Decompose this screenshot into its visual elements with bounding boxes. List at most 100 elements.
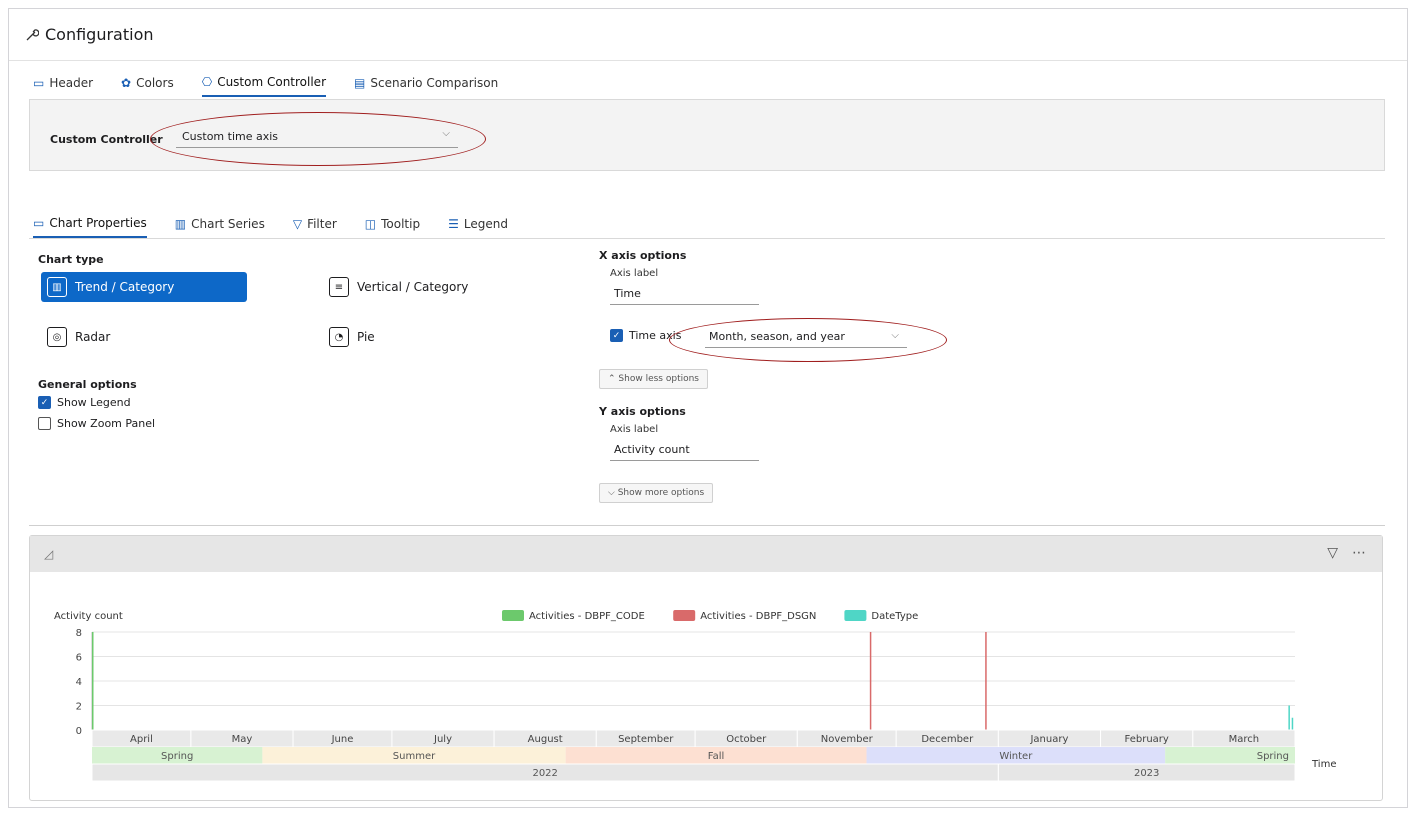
- chart-legend: Activities - DBPF_CODE Activities - DBPF_…: [502, 610, 918, 622]
- year-label: 2022: [532, 768, 557, 779]
- time-axis-select[interactable]: Month, season, and year ⌵: [705, 328, 907, 348]
- legend-swatch: [844, 610, 867, 621]
- chart-type-vertical-category[interactable]: ≡ Vertical / Category: [323, 272, 474, 302]
- pie-icon: ◔: [329, 327, 349, 347]
- tab-scenario-comparison[interactable]: ▤ Scenario Comparison: [354, 75, 498, 97]
- vertical-chart-icon: ≡: [329, 277, 349, 297]
- chart-type-label: Chart type: [38, 253, 104, 266]
- month-label: December: [921, 734, 974, 745]
- tab-custom-controller[interactable]: ⎔ Custom Controller: [201, 75, 327, 97]
- filter-icon: ▽: [292, 217, 303, 231]
- y-tick-label: 4: [76, 677, 82, 688]
- filter-icon[interactable]: ▽: [1327, 545, 1338, 561]
- tab-header[interactable]: ▭ Header: [33, 75, 93, 97]
- time-axis-checkbox[interactable]: ✓ Time axis: [610, 329, 681, 342]
- checkbox-label: Show Legend: [57, 396, 131, 409]
- show-zoom-checkbox[interactable]: Show Zoom Panel: [38, 417, 155, 430]
- tab-legend[interactable]: ☰ Legend: [448, 216, 508, 238]
- legend-label: Activities - DBPF_CODE: [529, 611, 645, 622]
- chevron-down-icon: ⌵: [608, 488, 615, 498]
- month-label: October: [726, 734, 767, 745]
- tooltip-icon: ◫: [364, 217, 377, 231]
- season-label: Spring: [161, 751, 193, 762]
- x-axis-options-label: X axis options: [599, 249, 687, 262]
- tab-filter[interactable]: ▽ Filter: [293, 216, 337, 238]
- y-axis-label-input[interactable]: Activity count: [610, 441, 759, 461]
- checkbox-empty-icon: [38, 417, 51, 430]
- y-axis-title: Activity count: [54, 611, 123, 622]
- series-bar: [869, 632, 872, 730]
- y-tick-label: 8: [76, 628, 82, 639]
- series-bar: [985, 632, 987, 730]
- tab-chart-properties[interactable]: ▭ Chart Properties: [33, 216, 147, 238]
- show-legend-checkbox[interactable]: ✓ Show Legend: [38, 396, 131, 409]
- tab-label: Header: [49, 76, 94, 90]
- chart-type-radar[interactable]: ◎ Radar: [41, 322, 116, 352]
- compare-icon: ▤: [354, 76, 366, 90]
- option-label: Radar: [75, 330, 111, 344]
- tab-chart-series[interactable]: ▥ Chart Series: [175, 216, 265, 238]
- window-icon: ▭: [33, 76, 45, 90]
- y-tick-label: 0: [76, 726, 82, 737]
- y-tick-label: 6: [76, 653, 82, 664]
- tab-label: Chart Properties: [49, 216, 147, 230]
- select-value: Month, season, and year: [709, 330, 845, 343]
- chevron-up-icon: ⌃: [608, 374, 616, 384]
- tab-label: Colors: [136, 76, 174, 90]
- legend-icon: ☰: [448, 217, 459, 231]
- tab-label: Tooltip: [381, 217, 421, 231]
- option-label: Vertical / Category: [357, 280, 469, 294]
- chart-type-trend-category[interactable]: ▥ Trend / Category: [41, 272, 247, 302]
- checkbox-label: Time axis: [629, 329, 682, 342]
- chart-icon: ◿: [44, 547, 54, 561]
- tab-tooltip[interactable]: ◫ Tooltip: [365, 216, 420, 238]
- time-chart: Activity count Time Activities - DBPF_CO…: [54, 610, 1336, 782]
- season-label: Fall: [708, 751, 725, 762]
- season-label: Spring: [1257, 751, 1289, 762]
- chart-config-tabs: ▭ Chart Properties ▥ Chart Series ▽ Filt…: [33, 216, 508, 238]
- month-label: June: [331, 734, 354, 745]
- x-axis-label-input[interactable]: Time: [610, 285, 759, 305]
- chevron-down-icon: ⌵: [891, 330, 899, 341]
- trend-chart-icon: ▥: [47, 277, 67, 297]
- month-label: September: [618, 734, 674, 745]
- panel-title: Configuration: [45, 25, 154, 44]
- chart-time-axis: April May June July August September October No…: [91, 729, 1296, 782]
- button-label: Show more options: [617, 488, 705, 498]
- season-label: Winter: [999, 751, 1033, 762]
- general-options-label: General options: [38, 378, 137, 391]
- section-divider: [29, 525, 1385, 526]
- month-label: November: [821, 734, 874, 745]
- show-more-options-button[interactable]: ⌵ Show more options: [599, 483, 714, 503]
- controller-icon: ⎔: [201, 75, 213, 89]
- month-label: August: [528, 734, 563, 745]
- panel-header: Configuration: [9, 9, 1407, 61]
- option-label: Trend / Category: [75, 280, 175, 294]
- month-label: April: [130, 734, 153, 745]
- custom-controller-select[interactable]: Custom time axis ⌵: [176, 124, 458, 148]
- palette-icon: ✿: [121, 76, 132, 90]
- tab-label: Custom Controller: [217, 75, 327, 89]
- y-tick-label: 2: [76, 702, 82, 713]
- checkmark-icon: ✓: [38, 396, 51, 409]
- series-bar: [92, 632, 94, 730]
- tab-label: Filter: [307, 217, 337, 231]
- series-bar: [1288, 705, 1290, 730]
- tab-colors[interactable]: ✿ Colors: [121, 75, 174, 97]
- select-value: Custom time axis: [182, 130, 279, 143]
- month-label: January: [1029, 734, 1068, 745]
- tabs-divider: [29, 238, 1385, 239]
- show-less-options-button[interactable]: ⌃ Show less options: [599, 369, 708, 389]
- chart-type-pie[interactable]: ◔ Pie: [323, 322, 381, 352]
- option-label: Pie: [357, 330, 375, 344]
- checkmark-icon: ✓: [610, 329, 623, 342]
- custom-controller-label: Custom Controller: [50, 133, 163, 146]
- radar-icon: ◎: [47, 327, 67, 347]
- configuration-panel: Configuration ▭ Header ✿ Colors ⎔ Custom…: [8, 8, 1408, 808]
- month-label: May: [232, 734, 253, 745]
- custom-controller-section: Custom Controller Custom time axis ⌵: [29, 99, 1385, 171]
- more-icon[interactable]: ⋯: [1352, 545, 1366, 561]
- properties-icon: ▭: [33, 216, 45, 230]
- legend-label: Activities - DBPF_DSGN: [700, 611, 816, 622]
- y-axis-options-label: Y axis options: [599, 405, 686, 418]
